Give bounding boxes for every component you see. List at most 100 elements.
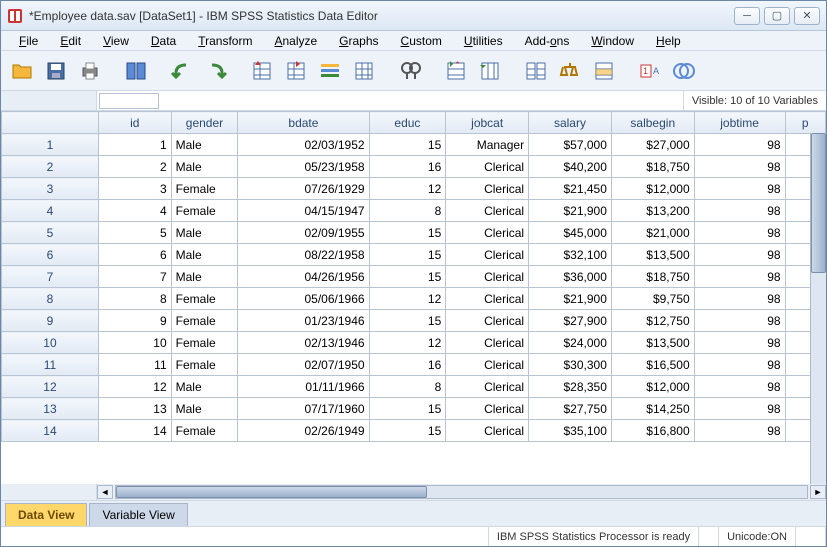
weight-cases-button[interactable] [555, 56, 585, 86]
menu-analyze[interactable]: Analyze [264, 34, 327, 48]
cell-gender[interactable]: Male [171, 156, 238, 178]
value-labels-button[interactable]: 1A [635, 56, 665, 86]
cell-salbegin[interactable]: $13,500 [611, 332, 694, 354]
cell-id[interactable]: 11 [98, 354, 171, 376]
table-row[interactable]: 33Female07/26/192912Clerical$21,450$12,0… [2, 178, 826, 200]
row-header[interactable]: 2 [2, 156, 99, 178]
cell-educ[interactable]: 15 [369, 134, 446, 156]
cell-jobcat[interactable]: Clerical [446, 354, 529, 376]
cell-jobtime[interactable]: 98 [694, 288, 785, 310]
table-row[interactable]: 11Male02/03/195215Manager$57,000$27,0009… [2, 134, 826, 156]
cell-salbegin[interactable]: $12,000 [611, 376, 694, 398]
cell-bdate[interactable]: 04/26/1956 [238, 266, 369, 288]
row-header[interactable]: 9 [2, 310, 99, 332]
cell-educ[interactable]: 15 [369, 420, 446, 442]
column-header-educ[interactable]: educ [369, 112, 446, 134]
data-grid[interactable]: idgenderbdateeducjobcatsalarysalbeginjob… [1, 111, 826, 484]
cell-salary[interactable]: $21,900 [529, 200, 612, 222]
cell-jobcat[interactable]: Clerical [446, 288, 529, 310]
goto-variable-button[interactable] [281, 56, 311, 86]
menu-help[interactable]: Help [646, 34, 691, 48]
cell-educ[interactable]: 15 [369, 310, 446, 332]
print-button[interactable] [75, 56, 105, 86]
table-row[interactable]: 22Male05/23/195816Clerical$40,200$18,750… [2, 156, 826, 178]
cell-jobtime[interactable]: 98 [694, 420, 785, 442]
cell-jobcat[interactable]: Clerical [446, 178, 529, 200]
column-header-p[interactable]: p [785, 112, 825, 134]
cell-bdate[interactable]: 02/26/1949 [238, 420, 369, 442]
cell-jobcat[interactable]: Clerical [446, 244, 529, 266]
cell-educ[interactable]: 16 [369, 354, 446, 376]
tab-variable-view[interactable]: Variable View [89, 503, 187, 526]
menu-addons[interactable]: Add-ons [515, 34, 580, 48]
cell-jobcat[interactable]: Clerical [446, 222, 529, 244]
cell-salary[interactable]: $21,900 [529, 288, 612, 310]
menu-view[interactable]: View [93, 34, 139, 48]
menu-file[interactable]: File [9, 34, 48, 48]
cell-id[interactable]: 8 [98, 288, 171, 310]
cell-gender[interactable]: Female [171, 178, 238, 200]
cell-jobtime[interactable]: 98 [694, 310, 785, 332]
menu-window[interactable]: Window [581, 34, 644, 48]
cell-bdate[interactable]: 07/17/1960 [238, 398, 369, 420]
table-row[interactable]: 1414Female02/26/194915Clerical$35,100$16… [2, 420, 826, 442]
cell-salbegin[interactable]: $27,000 [611, 134, 694, 156]
cell-educ[interactable]: 16 [369, 156, 446, 178]
cell-educ[interactable]: 12 [369, 288, 446, 310]
cell-salary[interactable]: $35,100 [529, 420, 612, 442]
table-row[interactable]: 1010Female02/13/194612Clerical$24,000$13… [2, 332, 826, 354]
menu-data[interactable]: Data [141, 34, 186, 48]
row-header[interactable]: 5 [2, 222, 99, 244]
maximize-button[interactable]: ▢ [764, 7, 790, 25]
menu-edit[interactable]: Edit [50, 34, 91, 48]
cell-name-field[interactable] [99, 93, 159, 109]
cell-bdate[interactable]: 02/07/1950 [238, 354, 369, 376]
cell-educ[interactable]: 8 [369, 376, 446, 398]
cell-salary[interactable]: $45,000 [529, 222, 612, 244]
split-file-button[interactable] [521, 56, 551, 86]
cell-gender[interactable]: Female [171, 288, 238, 310]
cell-salary[interactable]: $28,350 [529, 376, 612, 398]
cell-jobtime[interactable]: 98 [694, 244, 785, 266]
column-header-bdate[interactable]: bdate [238, 112, 369, 134]
cell-educ[interactable]: 15 [369, 398, 446, 420]
column-header-gender[interactable]: gender [171, 112, 238, 134]
table-row[interactable]: 88Female05/06/196612Clerical$21,900$9,75… [2, 288, 826, 310]
cell-gender[interactable]: Male [171, 266, 238, 288]
insert-variable-button[interactable] [475, 56, 505, 86]
cell-gender[interactable]: Male [171, 376, 238, 398]
cell-bdate[interactable]: 02/03/1952 [238, 134, 369, 156]
save-button[interactable] [41, 56, 71, 86]
cell-bdate[interactable]: 05/06/1966 [238, 288, 369, 310]
cell-educ[interactable]: 8 [369, 200, 446, 222]
menu-graphs[interactable]: Graphs [329, 34, 388, 48]
run-descriptives-button[interactable] [349, 56, 379, 86]
close-button[interactable]: ✕ [794, 7, 820, 25]
select-cases-button[interactable] [589, 56, 619, 86]
cell-gender[interactable]: Male [171, 134, 238, 156]
cell-jobtime[interactable]: 98 [694, 354, 785, 376]
row-header[interactable]: 14 [2, 420, 99, 442]
cell-salbegin[interactable]: $16,800 [611, 420, 694, 442]
cell-gender[interactable]: Female [171, 420, 238, 442]
undo-button[interactable] [167, 56, 197, 86]
variables-button[interactable] [315, 56, 345, 86]
redo-button[interactable] [201, 56, 231, 86]
cell-jobcat[interactable]: Clerical [446, 376, 529, 398]
cell-salary[interactable]: $30,300 [529, 354, 612, 376]
horizontal-scrollbar[interactable] [115, 485, 808, 499]
cell-salary[interactable]: $27,900 [529, 310, 612, 332]
cell-bdate[interactable]: 01/11/1966 [238, 376, 369, 398]
row-header[interactable]: 13 [2, 398, 99, 420]
cell-bdate[interactable]: 05/23/1958 [238, 156, 369, 178]
cell-gender[interactable]: Female [171, 354, 238, 376]
cell-jobcat[interactable]: Clerical [446, 156, 529, 178]
cell-educ[interactable]: 15 [369, 266, 446, 288]
table-row[interactable]: 1111Female02/07/195016Clerical$30,300$16… [2, 354, 826, 376]
cell-jobtime[interactable]: 98 [694, 332, 785, 354]
row-header[interactable]: 7 [2, 266, 99, 288]
tab-data-view[interactable]: Data View [5, 503, 87, 526]
cell-jobtime[interactable]: 98 [694, 200, 785, 222]
use-variable-sets-button[interactable] [669, 56, 699, 86]
cell-educ[interactable]: 15 [369, 222, 446, 244]
